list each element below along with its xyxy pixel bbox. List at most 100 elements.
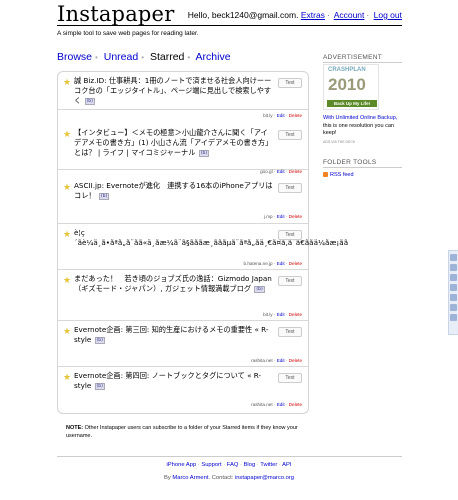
rss-link[interactable]: RSS feed <box>323 172 354 178</box>
list-item: ★ è¦ç´ãè¼ä¸ã•ãªã„ã¨ãã«ä¸ãæ¼ã¨ã§ãããæ¸ãããµ… <box>58 224 348 270</box>
bookmark-icon[interactable]: (b) <box>198 150 210 157</box>
list-item: ★ 【インタビュー】＜メモの極意＞小山龍介さんに聞く「アイデアメモの書き方」(1… <box>58 124 308 174</box>
article-list: ★ 誠 Biz.ID: 仕事耕具：1冊のノートで済ませる社会人向けーーコク台の「… <box>57 71 348 414</box>
edit-link[interactable]: Edit <box>277 312 285 317</box>
footer-link-iphone[interactable]: iPhone App <box>167 462 197 468</box>
star-icon[interactable]: ★ <box>63 327 71 336</box>
rss-icon <box>323 172 328 177</box>
list-item: ★ Evernote企画: 第四回: ノートブックとタグについて « R-sty… <box>58 367 308 413</box>
footer-links: iPhone App · Support · FAQ · Blog · Twit… <box>166 462 292 468</box>
footer-divider <box>57 456 402 457</box>
account-link[interactable]: Account <box>334 10 365 20</box>
footer-link-faq[interactable]: FAQ <box>227 462 239 468</box>
article-title[interactable]: ASCII.jp: Evernoteが進化 連携する16本のiPhoneアプリは… <box>74 181 274 201</box>
item-meta: j.mp · Edit · Delete <box>263 214 302 219</box>
instapaper-page: Instapaper Hello, beck1240@gmail.com. Ex… <box>0 0 458 500</box>
bookmark-icon[interactable]: (b) <box>98 193 110 200</box>
bookmark-icon[interactable]: (b) <box>84 98 95 105</box>
nav-starred: Starred <box>149 51 185 63</box>
delete-link[interactable]: Delete <box>289 113 302 118</box>
text-button[interactable]: Text <box>278 130 302 140</box>
tag-icon[interactable] <box>450 284 457 291</box>
ad-banner[interactable]: CRASHPLAN 2010 Back Up My Life! <box>323 64 379 110</box>
article-title[interactable]: Evernote企画: 第三回: 知的生産におけるメモの重要性 « R-styl… <box>74 325 274 345</box>
folder-tools-heading: FOLDER TOOLS <box>323 159 377 166</box>
bookmark-icon[interactable] <box>450 264 457 271</box>
star-icon[interactable]: ★ <box>63 183 71 192</box>
item-meta: b.hatena.ne.jp · Edit · Delete <box>243 261 302 266</box>
site-logo[interactable]: Instapaper <box>57 2 174 26</box>
text-button[interactable]: Text <box>278 78 302 88</box>
sidebar-divider <box>323 62 402 63</box>
list-item: ★ ASCII.jp: Evernoteが進化 連携する16本のiPhoneアプ… <box>58 177 308 224</box>
list-item: ★ 誠 Biz.ID: 仕事耕具：1冊のノートで済ませる社会人向けーーコク台の「… <box>58 72 308 118</box>
bookmark-icon[interactable]: (b) <box>94 383 105 390</box>
star-icon[interactable]: ★ <box>63 276 71 285</box>
folder-nav: Browse • Unread • Starred • Archive <box>57 51 231 63</box>
mail-icon[interactable] <box>450 274 457 281</box>
logout-link[interactable]: Log out <box>374 10 402 20</box>
article-title[interactable]: è¦ç´ãè¼ä¸ã•ãªã„ã¨ãã«ä¸ãæ¼ã¨ã§ãããæ¸ãããµã¨… <box>74 228 348 248</box>
item-meta: rashita.net · Edit · Delete <box>251 402 302 407</box>
item-meta: bit.ly · Edit · Delete <box>263 113 302 118</box>
delete-link[interactable]: Delete <box>289 169 302 174</box>
author-link[interactable]: Marco Arment <box>172 475 208 481</box>
ad-text: With Unlimited Online Backup, this is on… <box>323 115 398 136</box>
article-title[interactable]: 誠 Biz.ID: 仕事耕具：1冊のノートで済ませる社会人向けーーコク台の「エッ… <box>74 76 274 106</box>
link-icon[interactable] <box>450 294 457 301</box>
edit-link[interactable]: Edit <box>277 358 285 363</box>
edit-link[interactable]: Edit <box>277 214 285 219</box>
starred-note: NOTE: Other Instapaper users can subscri… <box>66 425 298 439</box>
article-title[interactable]: Evernote企画: 第四回: ノートブックとタグについて « R-style… <box>74 371 274 391</box>
bookmark-icon[interactable]: (b) <box>254 286 265 293</box>
share-icon[interactable] <box>450 254 457 261</box>
article-title[interactable]: まだあった！ 若き頃のジョブズ氏の逸話：Gizmodo Japan（ギズモード・… <box>74 274 274 294</box>
item-meta: bit.ly · Edit · Delete <box>263 312 302 317</box>
delete-link[interactable]: Delete <box>289 358 302 363</box>
ad-credit[interactable]: ADS VIA THE DECK <box>323 140 355 144</box>
footer-link-twitter[interactable]: Twitter <box>260 462 277 468</box>
delete-link[interactable]: Delete <box>289 312 302 317</box>
delete-link[interactable]: Delete <box>289 402 302 407</box>
article-title[interactable]: 【インタビュー】＜メモの極意＞小山龍介さんに聞く「アイデアメモの書き方」(1) … <box>74 128 274 158</box>
star-icon[interactable]: ★ <box>63 373 71 382</box>
delete-link[interactable]: Delete <box>289 261 302 266</box>
edit-link[interactable]: Edit <box>277 169 285 174</box>
star-icon[interactable]: ★ <box>63 78 71 87</box>
edit-link[interactable]: Edit <box>277 113 285 118</box>
extras-link[interactable]: Extras <box>301 10 325 20</box>
tagline: A simple tool to save web pages for read… <box>57 30 199 37</box>
text-button[interactable]: Text <box>278 183 302 193</box>
ad-link[interactable]: With Unlimited Online Backup, <box>323 115 397 121</box>
star-icon[interactable]: ★ <box>63 130 71 139</box>
item-meta: rashita.net · Edit · Delete <box>251 358 302 363</box>
sidebar-divider <box>323 167 402 168</box>
ad-heading: ADVERTISEMENT <box>323 54 383 61</box>
settings-icon[interactable] <box>450 314 457 321</box>
user-greeting: Hello, beck1240@gmail.com. <box>187 10 299 20</box>
footer-link-blog[interactable]: Blog <box>244 462 256 468</box>
share-toolbar[interactable] <box>448 250 458 335</box>
edit-link[interactable]: Edit <box>277 261 285 266</box>
bookmark-icon[interactable]: (b) <box>94 337 105 344</box>
header-divider <box>57 25 402 26</box>
text-button[interactable]: Text <box>278 276 302 286</box>
footer-credit: By Marco Arment. Contact: instapaper@mar… <box>164 475 294 481</box>
text-button[interactable]: Text <box>278 373 302 383</box>
list-item: ★ Evernote企画: 第三回: 知的生産におけるメモの重要性 « R-st… <box>58 321 308 367</box>
list-item: ★ まだあった！ 若き頃のジョブズ氏の逸話：Gizmodo Japan（ギズモー… <box>58 270 308 321</box>
footer-link-support[interactable]: Support <box>201 462 221 468</box>
edit-icon[interactable] <box>450 304 457 311</box>
delete-link[interactable]: Delete <box>289 214 302 219</box>
nav-browse[interactable]: Browse <box>57 51 92 63</box>
text-button[interactable]: Text <box>278 327 302 337</box>
star-icon[interactable]: ★ <box>63 230 71 239</box>
user-bar: Hello, beck1240@gmail.com. Extras · Accou… <box>187 10 402 20</box>
contact-link[interactable]: instapaper@marco.org <box>235 475 294 481</box>
edit-link[interactable]: Edit <box>277 402 285 407</box>
footer-link-api[interactable]: API <box>282 462 291 468</box>
item-meta: goo.gl · Edit · Delete <box>260 169 302 174</box>
nav-unread[interactable]: Unread <box>104 51 138 63</box>
text-button[interactable]: Text <box>278 230 302 240</box>
nav-archive[interactable]: Archive <box>196 51 231 63</box>
